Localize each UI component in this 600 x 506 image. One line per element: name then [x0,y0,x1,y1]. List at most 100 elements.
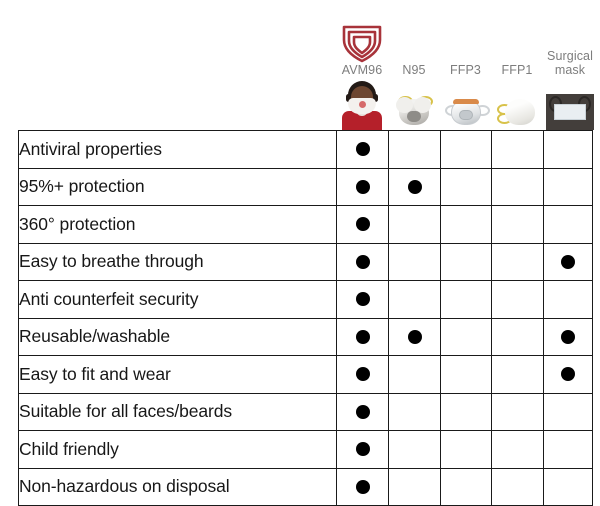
header-image-ffp1 [493,80,541,130]
cell-ffp1 [491,467,544,506]
cell-ffp1 [491,317,544,356]
feature-label: Child friendly [18,430,337,469]
cell-avm96 [336,130,389,169]
cell-avm96 [336,317,389,356]
ffp1-respirator-mask-image [495,94,539,130]
cell-surgical [543,205,593,244]
cell-surgical [543,355,593,394]
cell-n95 [388,130,441,169]
feature-label: Non-hazardous on disposal [18,467,337,506]
table-row: Child friendly [18,430,593,469]
cell-ffp3 [440,317,492,356]
check-dot-icon [355,404,370,419]
cell-avm96 [336,280,389,319]
check-dot-icon [407,329,422,344]
cell-avm96 [336,167,389,206]
mask-column-headers: AVM96 N95 FFP3 FFP1 Surgical mask [0,0,600,130]
feature-label: Antiviral properties [18,130,337,169]
cell-ffp3 [440,430,492,469]
header-label-avm96: AVM96 [341,62,383,77]
cell-n95 [388,205,441,244]
header-column-avm96: AVM96 [336,0,388,130]
header-column-surgical: Surgical mask [543,0,597,130]
header-label-n95: N95 [402,62,426,77]
cell-ffp1 [491,130,544,169]
cell-avm96 [336,205,389,244]
feature-label: Reusable/washable [18,317,337,356]
cell-avm96 [336,392,389,431]
feature-label: Suitable for all faces/beards [18,392,337,431]
cell-ffp1 [491,242,544,281]
cell-ffp3 [440,392,492,431]
cell-ffp1 [491,205,544,244]
cell-n95 [388,242,441,281]
check-dot-icon [561,329,575,344]
check-dot-icon [355,292,370,307]
table-row: Anti counterfeit security [18,280,593,319]
check-dot-icon [407,179,422,194]
cell-ffp3 [440,355,492,394]
cell-n95 [388,430,441,469]
cell-avm96 [336,242,389,281]
table-row: Easy to breathe through [18,242,593,281]
surgical-mask-image [546,94,594,130]
check-dot-icon [355,179,370,194]
cell-n95 [388,167,441,206]
cell-n95 [388,392,441,431]
header-label-ffp1: FFP1 [501,62,533,77]
feature-label: 95%+ protection [18,167,337,206]
header-label-ffp3: FFP3 [450,62,481,77]
cell-ffp1 [491,280,544,319]
header-image-surgical [546,80,594,130]
cell-surgical [543,392,593,431]
cell-ffp1 [491,392,544,431]
cell-surgical [543,280,593,319]
cell-surgical [543,130,593,169]
table-row: Reusable/washable [18,317,593,356]
cell-n95 [388,317,441,356]
cell-surgical [543,167,593,206]
cell-ffp1 [491,167,544,206]
table-row: Non-hazardous on disposal [18,467,593,506]
cell-ffp3 [440,167,492,206]
check-dot-icon [355,442,370,457]
check-dot-icon [355,254,370,269]
mask-comparison-table: Antiviral properties 95%+ protection 360° … [18,130,593,506]
header-column-n95: N95 [388,0,440,130]
feature-label: 360° protection [18,205,337,244]
header-image-avm96 [338,80,386,130]
check-dot-icon [355,367,370,382]
cell-surgical [543,317,593,356]
feature-label: Easy to fit and wear [18,355,337,394]
check-dot-icon [355,217,370,232]
table-row: 360° protection [18,205,593,244]
cell-ffp3 [440,280,492,319]
cell-ffp1 [491,355,544,394]
header-image-ffp3 [442,80,490,130]
header-column-ffp3: FFP3 [440,0,491,130]
header-image-n95 [390,80,438,130]
feature-label: Anti counterfeit security [18,280,337,319]
cell-surgical [543,467,593,506]
cell-ffp3 [440,205,492,244]
cell-n95 [388,280,441,319]
table-body: Antiviral properties 95%+ protection 360° … [18,130,593,506]
check-dot-icon [355,142,370,157]
cell-avm96 [336,467,389,506]
cell-n95 [388,355,441,394]
cell-surgical [543,430,593,469]
person-wearing-avm96-mask-image [340,80,384,130]
table-row: Antiviral properties [18,130,593,169]
cell-n95 [388,467,441,506]
check-dot-icon [355,329,370,344]
cell-ffp1 [491,430,544,469]
table-row: Easy to fit and wear [18,355,593,394]
ffp3-respirator-mask-image [444,94,490,130]
header-label-surgical: Surgical mask [547,49,593,77]
cell-surgical [543,242,593,281]
check-dot-icon [561,367,575,382]
cell-ffp3 [440,130,492,169]
table-row: 95%+ protection [18,167,593,206]
table-row: Suitable for all faces/beards [18,392,593,431]
header-column-ffp1: FFP1 [491,0,543,130]
